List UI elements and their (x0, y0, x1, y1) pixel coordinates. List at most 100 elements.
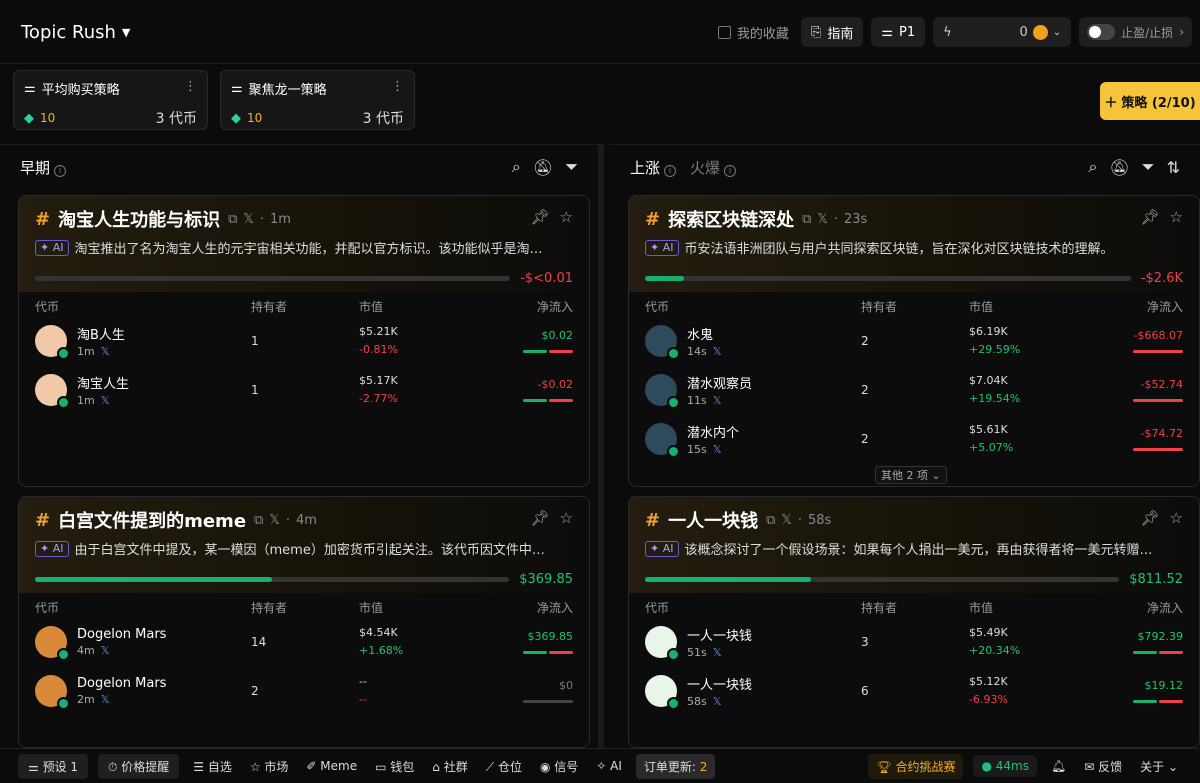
community-link[interactable]: ⌂ 社群 (428, 758, 471, 775)
x-icon[interactable]: 𝕏 (713, 695, 722, 708)
token-row[interactable]: 潜水内个 15s 𝕏 2 $5.61K +5.07% -$74.72 (629, 414, 1199, 463)
search-icon[interactable]: ⌕ (512, 157, 521, 177)
topic-card[interactable]: # 淘宝人生功能与标识 ⧉ 𝕏 · 1m 📌︎ ☆ ✦ AI 淘宝推出了名为淘宝人生的元宇宙相关功… (18, 195, 590, 487)
topic-title[interactable]: 探索区块链深处 (668, 206, 794, 232)
pin-icon[interactable]: 📌︎ (1141, 208, 1160, 226)
wallet-link[interactable]: ▭ 钱包 (371, 758, 418, 775)
watchlist-link[interactable]: ☰ 自选 (189, 758, 236, 775)
star-icon[interactable]: ☆ (1170, 509, 1183, 527)
contest-button[interactable]: 🏆︎ 合约挑战赛 (868, 753, 964, 779)
topic-title[interactable]: 一人一块钱 (668, 507, 758, 533)
token-name: 潜水观察员 (687, 376, 753, 392)
x-icon[interactable]: 𝕏 (713, 646, 722, 659)
order-update-badge[interactable]: 订单更新: 2 (635, 753, 716, 779)
info-icon[interactable]: i (664, 164, 677, 177)
holders-count: 3 (861, 634, 869, 649)
filter-icon[interactable]: ⏷ (565, 157, 578, 177)
strategy-card[interactable]: ⚌ 平均购买策略 ⋮ ◆ 10 3 代币 (13, 70, 208, 130)
positions-link[interactable]: ⟋ 仓位 (482, 758, 526, 775)
table-header: 代币 持有者 市值 净流入 (629, 593, 1199, 617)
x-icon[interactable]: 𝕏 (817, 212, 827, 227)
diamond-icon: ◆ (24, 110, 34, 126)
bell-off-icon[interactable]: 🔕︎ (533, 158, 553, 177)
pin-icon[interactable]: 📌︎ (531, 509, 550, 527)
more-vert-icon[interactable]: ⋮ (391, 79, 404, 94)
order-update-label: 订单更新: (643, 759, 696, 774)
flow-bar-sell (549, 398, 573, 402)
filter-icon[interactable]: ⏷ (1142, 157, 1155, 177)
x-icon[interactable]: 𝕏 (101, 693, 110, 706)
info-icon[interactable]: i (724, 164, 737, 177)
search-icon[interactable]: ⌕ (1089, 157, 1098, 177)
topic-title[interactable]: 白宫文件提到的meme (58, 507, 246, 533)
strategy-card[interactable]: ⚌ 聚焦龙一策略 ⋮ ◆ 10 3 代币 (220, 70, 415, 130)
bell-off-icon[interactable]: 🔕︎ (1109, 158, 1129, 177)
add-strategy-button[interactable]: ＋ 策略 (2/10) (1100, 82, 1200, 120)
topic-title[interactable]: 淘宝人生功能与标识 (58, 206, 220, 232)
topic-card[interactable]: # 探索区块链深处 ⧉ 𝕏 · 23s 📌︎ ☆ ✦ AI 币安法语非洲团队与用户共同探索区块链，… (628, 195, 1200, 487)
guide-icon: ⎘ (810, 24, 822, 40)
more-vert-icon[interactable]: ⋮ (184, 79, 197, 94)
flow-bar-sell (1133, 447, 1183, 451)
preset-button[interactable]: ⚌ P1 (871, 17, 926, 47)
pin-icon[interactable]: 📌︎ (531, 208, 550, 226)
tp-sl-switch[interactable] (1087, 24, 1116, 40)
about-link[interactable]: 关于 ⌄ (1136, 758, 1182, 775)
tab-hot[interactable]: 火爆 i (690, 157, 737, 178)
x-icon[interactable]: 𝕏 (101, 345, 110, 358)
app-title-dropdown[interactable]: Topic Rush ▼ (21, 22, 130, 43)
preset-pill[interactable]: ⚌ 预设 1 (18, 753, 89, 779)
copy-icon[interactable]: ⧉ (254, 513, 263, 528)
info-icon[interactable]: i (54, 164, 67, 177)
topic-description: 由于白宫文件中提及，某一模因（meme）加密货币引起关注。该代币因文件中… (74, 543, 545, 558)
signal-link[interactable]: ◉ 信号 (536, 758, 582, 775)
x-icon[interactable]: 𝕏 (713, 345, 722, 358)
copy-icon[interactable]: ⧉ (766, 513, 775, 528)
favorites-checkbox[interactable] (717, 25, 731, 39)
token-row[interactable]: Dogelon Mars 4m 𝕏 14 $4.54K +1.68% $369.85 (19, 617, 589, 666)
star-icon[interactable]: ☆ (560, 208, 573, 226)
star-icon[interactable]: ☆ (1170, 208, 1183, 226)
tab-early[interactable]: 早期 i (20, 157, 67, 178)
meme-link[interactable]: ✐ Meme (302, 759, 361, 773)
more-tokens-button[interactable]: 其他 2 项 ⌄ (875, 466, 947, 484)
col-mcap: 市值 (359, 601, 384, 615)
pin-icon[interactable]: 📌︎ (1141, 509, 1160, 527)
latency-indicator: ● 44ms (973, 755, 1037, 777)
tp-sl-toggle[interactable]: 止盈/止损 › (1079, 17, 1192, 47)
feedback-link[interactable]: ✉ 反馈 (1080, 758, 1126, 775)
sort-icon[interactable]: ⇅ (1167, 158, 1180, 177)
token-row[interactable]: 潜水观察员 11s 𝕏 2 $7.04K +19.54% -$52.74 (629, 365, 1199, 414)
x-icon[interactable]: 𝕏 (101, 394, 110, 407)
token-row[interactable]: 一人一块钱 51s 𝕏 3 $5.49K +20.34% $792.39 (629, 617, 1199, 666)
token-row[interactable]: Dogelon Mars 2m 𝕏 2 -- -- $0 (19, 666, 589, 715)
notification-icon[interactable]: 🔔︎ (1047, 759, 1070, 773)
token-row[interactable]: 一人一块钱 58s 𝕏 6 $5.12K -6.93% $19.12 (629, 666, 1199, 715)
x-icon[interactable]: 𝕏 (269, 513, 279, 528)
copy-icon[interactable]: ⧉ (228, 212, 237, 227)
market-cap: $7.04K (969, 373, 1008, 387)
token-row[interactable]: 水鬼 14s 𝕏 2 $6.19K +29.59% -$668.07 (629, 316, 1199, 365)
quick-buy-box[interactable]: ϟ 0 ⌄ (933, 17, 1072, 47)
copy-icon[interactable]: ⧉ (802, 212, 811, 227)
topic-card[interactable]: # 白宫文件提到的meme ⧉ 𝕏 · 4m 📌︎ ☆ ✦ AI 由于白宫文件中提及，某一模因（m… (18, 496, 590, 748)
guide-button[interactable]: ⎘ 指南 (800, 17, 864, 47)
token-avatar (35, 625, 70, 661)
topic-card[interactable]: # 一人一块钱 ⧉ 𝕏 · 58s 📌︎ ☆ ✦ AI 该概念探讨了一个假设场景：如果每个人捐出一… (628, 496, 1200, 748)
favorites-toggle[interactable]: 我的收藏 (717, 23, 789, 42)
net-flow-fill (645, 577, 811, 582)
x-icon[interactable]: 𝕏 (713, 394, 722, 407)
x-icon[interactable]: 𝕏 (243, 212, 253, 227)
token-avatar (645, 674, 680, 710)
star-icon[interactable]: ☆ (560, 509, 573, 527)
ai-link[interactable]: ✧ AI (592, 759, 626, 773)
token-row[interactable]: 淘宝人生 1m 𝕏 1 $5.17K -2.77% -$0.02 (19, 365, 589, 414)
x-icon[interactable]: 𝕏 (101, 644, 110, 657)
market-link[interactable]: ☆ 市场 (246, 758, 293, 775)
token-row[interactable]: 淘B人生 1m 𝕏 1 $5.21K -0.81% $0.02 (19, 316, 589, 365)
x-icon[interactable]: 𝕏 (781, 513, 791, 528)
chevron-down-icon[interactable]: ⌄ (1053, 27, 1061, 38)
tab-rising[interactable]: 上涨 i (630, 157, 677, 178)
x-icon[interactable]: 𝕏 (713, 443, 722, 456)
price-alert-button[interactable]: ⏱ 价格提醒 (98, 753, 180, 779)
